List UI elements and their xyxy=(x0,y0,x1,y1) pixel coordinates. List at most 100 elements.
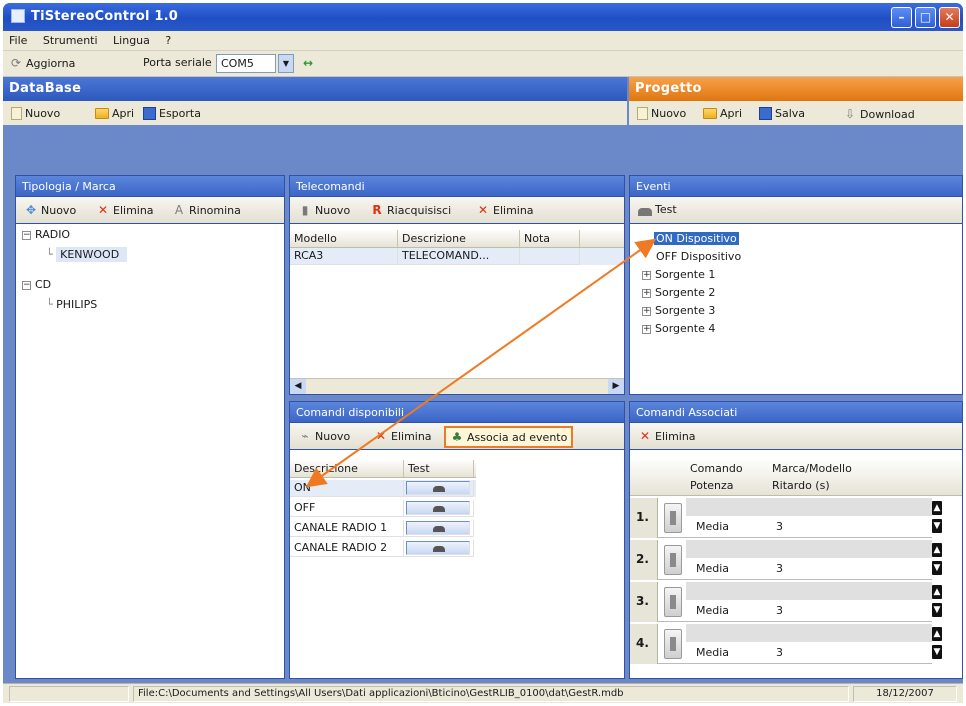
arrow-down-icon[interactable]: ▼ xyxy=(932,519,942,533)
event-label: Sorgente 2 xyxy=(655,286,716,299)
tree-node-kenwood[interactable]: └ KENWOOD xyxy=(46,247,128,262)
row-number: 4. xyxy=(630,624,658,664)
cmd-nuovo-button[interactable]: ⌁ Nuovo xyxy=(298,429,350,443)
prj-apri-button[interactable]: Apri xyxy=(703,107,742,120)
arrow-up-icon[interactable]: ▲ xyxy=(932,585,942,599)
prj-download-button[interactable]: ⇩ Download xyxy=(843,107,915,121)
test-button[interactable] xyxy=(664,629,682,659)
row-number: 1. xyxy=(630,498,658,538)
horizontal-scrollbar[interactable]: ◀ ▶ xyxy=(290,378,624,394)
col-potenza[interactable]: Potenza xyxy=(690,479,734,492)
scroll-left-icon[interactable]: ◀ xyxy=(290,379,306,394)
prj-salva-button[interactable]: Salva xyxy=(759,107,805,120)
test-button[interactable] xyxy=(664,503,682,533)
cmd-elimina-button[interactable]: ✕ Elimina xyxy=(374,429,432,443)
associated-row-1[interactable]: 1. Media 3 ▲ ▼ xyxy=(630,498,942,538)
cell-test xyxy=(404,500,474,517)
associati-header: Comandi Associati xyxy=(629,401,963,423)
expand-icon[interactable]: + xyxy=(642,288,651,298)
table-row[interactable]: OFF xyxy=(290,500,476,517)
menu-lingua[interactable]: Lingua xyxy=(107,31,156,47)
col-marca-modello[interactable]: Marca/Modello xyxy=(772,462,852,475)
tip-elimina-button[interactable]: ✕ Elimina xyxy=(96,203,154,217)
close-button[interactable]: ✕ xyxy=(939,7,960,28)
event-sorgente-1[interactable]: + Sorgente 1 xyxy=(642,268,715,281)
porta-seriale-select[interactable]: COM5 xyxy=(216,54,276,73)
event-sorgente-4[interactable]: + Sorgente 4 xyxy=(642,322,715,335)
test-button[interactable] xyxy=(664,587,682,617)
row-number: 3. xyxy=(630,582,658,622)
tel-elimina-button[interactable]: ✕ Elimina xyxy=(476,203,534,217)
arrow-down-icon[interactable]: ▼ xyxy=(932,645,942,659)
col-test[interactable]: Test xyxy=(404,460,474,477)
scroll-right-icon[interactable]: ▶ xyxy=(608,379,624,394)
tip-rinomina-button[interactable]: A Rinomina xyxy=(172,203,241,217)
db-nuovo-button[interactable]: Nuovo xyxy=(11,107,60,120)
test-button[interactable] xyxy=(406,481,470,495)
tip-rinomina-label: Rinomina xyxy=(189,203,241,217)
expand-icon[interactable]: + xyxy=(642,324,651,334)
event-off-dispositivo[interactable]: OFF Dispositivo xyxy=(656,250,741,263)
download-icon: ⇩ xyxy=(844,107,856,121)
maximize-button[interactable]: □ xyxy=(915,7,936,28)
ritardo-cell: 3 xyxy=(776,604,783,617)
arrow-down-icon[interactable]: ▼ xyxy=(932,603,942,617)
add-command-icon: ⌁ xyxy=(301,429,309,443)
comandi-toolbar: ⌁ Nuovo ✕ Elimina ♣ Associa ad evento xyxy=(289,423,625,449)
eventi-test-button[interactable]: Test xyxy=(638,203,677,216)
arrow-up-icon[interactable]: ▲ xyxy=(932,543,942,557)
connect-icon[interactable]: ↔ xyxy=(301,56,315,70)
prj-nuovo-button[interactable]: Nuovo xyxy=(637,107,686,120)
arrow-down-icon[interactable]: ▼ xyxy=(932,561,942,575)
expand-icon[interactable]: + xyxy=(642,306,651,316)
tree-node-radio[interactable]: − RADIO xyxy=(22,228,70,241)
test-button[interactable] xyxy=(664,545,682,575)
col-nota[interactable]: Nota xyxy=(520,230,580,247)
associated-row-4[interactable]: 4. Media 3 ▲ ▼ xyxy=(630,624,942,664)
aggiorna-button[interactable]: ⟳ Aggiorna xyxy=(9,56,75,70)
event-on-dispositivo[interactable]: ON Dispositivo xyxy=(654,232,739,245)
col-comando[interactable]: Comando xyxy=(690,462,743,475)
assoc-elimina-button[interactable]: ✕ Elimina xyxy=(638,429,696,443)
tree-node-cd[interactable]: − CD xyxy=(22,278,51,291)
reorder-controls: ▲ ▼ xyxy=(932,627,944,663)
tree-node-philips[interactable]: └ PHILIPS xyxy=(46,298,97,311)
event-sorgente-2[interactable]: + Sorgente 2 xyxy=(642,286,715,299)
table-row[interactable]: CANALE RADIO 2 xyxy=(290,540,476,557)
associated-row-3[interactable]: 3. Media 3 ▲ ▼ xyxy=(630,582,942,622)
telecomandi-header: Telecomandi xyxy=(289,175,625,197)
menu-file[interactable]: File xyxy=(3,31,33,47)
event-sorgente-3[interactable]: + Sorgente 3 xyxy=(642,304,715,317)
minimize-button[interactable]: – xyxy=(891,7,912,28)
eventi-tree: ON Dispositivo OFF Dispositivo + Sorgente… xyxy=(629,223,963,395)
menu-help[interactable]: ? xyxy=(159,31,177,47)
tel-riacquisisci-button[interactable]: R Riacquisisci xyxy=(370,203,451,217)
associated-row-2[interactable]: 2. Media 3 ▲ ▼ xyxy=(630,540,942,580)
collapse-icon[interactable]: − xyxy=(22,280,31,290)
ritardo-cell: 3 xyxy=(776,646,783,659)
col-ritardo[interactable]: Ritardo (s) xyxy=(772,479,830,492)
menu-strumenti[interactable]: Strumenti xyxy=(37,31,104,47)
chevron-down-icon[interactable]: ▼ xyxy=(278,54,294,73)
test-button[interactable] xyxy=(406,501,470,515)
associa-evento-button[interactable]: ♣ Associa ad evento xyxy=(444,426,574,448)
col-descrizione[interactable]: Descrizione xyxy=(290,460,404,477)
collapse-icon[interactable]: − xyxy=(22,230,31,240)
col-descrizione[interactable]: Descrizione xyxy=(398,230,520,247)
table-row[interactable]: RCA3 TELECOMAND... xyxy=(290,248,624,265)
arrow-up-icon[interactable]: ▲ xyxy=(932,501,942,515)
col-modello[interactable]: Modello xyxy=(290,230,398,247)
test-button[interactable] xyxy=(406,521,470,535)
table-row[interactable]: ON xyxy=(290,480,476,497)
db-apri-button[interactable]: Apri xyxy=(95,107,134,120)
arrow-up-icon[interactable]: ▲ xyxy=(932,627,942,641)
tel-nuovo-button[interactable]: ▮ Nuovo xyxy=(298,203,350,217)
tip-nuovo-button[interactable]: ✥ Nuovo xyxy=(24,203,76,217)
test-button[interactable] xyxy=(406,541,470,555)
db-esporta-button[interactable]: Esporta xyxy=(143,107,201,120)
menu-bar: File Strumenti Lingua ? xyxy=(3,31,963,51)
expand-icon[interactable]: + xyxy=(642,270,651,280)
cell-test xyxy=(404,480,474,497)
table-row[interactable]: CANALE RADIO 1 xyxy=(290,520,476,537)
cell-test xyxy=(404,540,474,557)
